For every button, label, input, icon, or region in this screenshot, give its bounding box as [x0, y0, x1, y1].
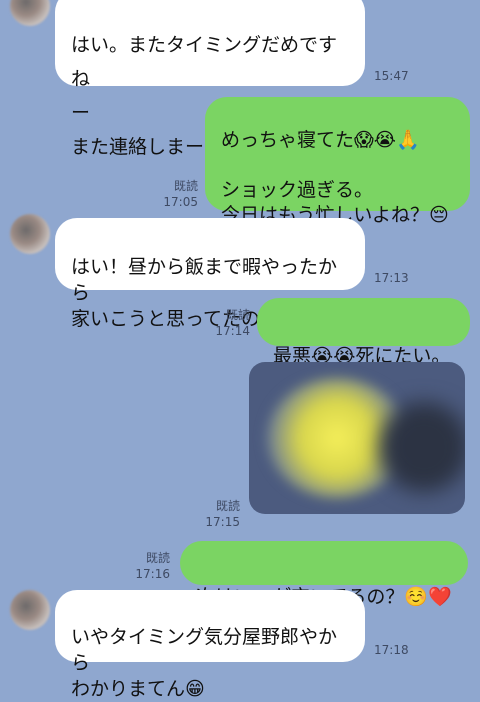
message-bubble-incoming[interactable]: はい。またタイミングだめですね ー また連絡しまーす！	[55, 0, 365, 158]
avatar[interactable]	[10, 214, 50, 254]
message-bubble-outgoing[interactable]: 最悪😭😭死にたい。	[257, 298, 470, 367]
message-bubble-outgoing[interactable]: 次はいつが空いてるの？☺️❤️	[180, 541, 468, 608]
message-time: 15:47	[374, 69, 409, 83]
read-receipt: 既読 17:05	[163, 179, 198, 209]
avatar[interactable]	[10, 0, 50, 26]
message-bubble-outgoing[interactable]: めっちゃ寝てた😱😭🙏 ショック過ぎる。 今日はもう忙しいよね？😔	[205, 97, 470, 226]
read-receipt: 既読 17:16	[135, 551, 170, 581]
message-text: いやタイミング気分屋野郎やから わかりまてん😁	[71, 626, 338, 700]
message-text: めっちゃ寝てた😱😭🙏 ショック過ぎる。 今日はもう忙しいよね？😔	[221, 129, 449, 226]
avatar[interactable]	[10, 590, 50, 630]
message-bubble-incoming[interactable]: いやタイミング気分屋野郎やから わかりまてん😁	[55, 590, 365, 700]
read-receipt: 既読 17:14	[215, 308, 250, 338]
image-blur-shape	[379, 402, 465, 492]
message-bubble-incoming[interactable]: はい！昼から飯まで暇やったから 家いこうと思ってたのにー	[55, 218, 365, 330]
message-time: 17:13	[374, 271, 409, 285]
message-time: 17:18	[374, 643, 409, 657]
image-message[interactable]	[249, 362, 465, 514]
read-receipt: 既読 17:15	[205, 499, 240, 529]
